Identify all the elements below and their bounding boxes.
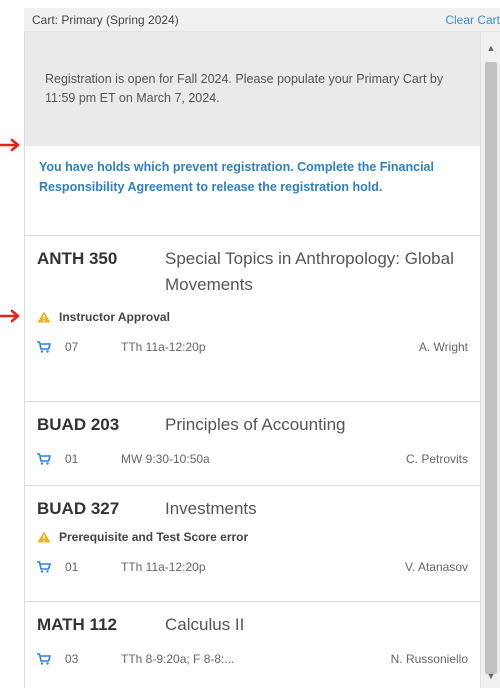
section-row[interactable]: 07 TTh 11a-12:20p A. Wright <box>37 338 468 356</box>
red-arrow-icon <box>0 309 20 323</box>
red-arrow-icon <box>0 138 20 152</box>
section-number: 07 <box>65 340 79 354</box>
scroll-down-icon[interactable]: ▼ <box>481 666 500 686</box>
section-number: 01 <box>65 452 79 466</box>
course-alert[interactable]: Instructor Approval <box>37 310 468 324</box>
course-item[interactable]: ANTH 350 Special Topics in Anthropology:… <box>25 236 480 402</box>
section-instructor: N. Russoniello <box>390 652 468 666</box>
course-alert-text: Prerequisite and Test Score error <box>59 530 249 544</box>
warning-triangle-icon <box>37 311 59 323</box>
registration-notice: Registration is open for Fall 2024. Plea… <box>25 32 480 146</box>
course-alert[interactable]: Prerequisite and Test Score error <box>37 530 468 544</box>
course-name: Principles of Accounting <box>165 415 346 434</box>
course-name: Special Topics in Anthropology: Global M… <box>165 249 454 294</box>
section-row[interactable]: 03 TTh 8-9:20a; F 8-8:... N. Russoniello <box>37 650 468 668</box>
course-code: BUAD 327 <box>37 499 120 518</box>
cart-title: Cart: Primary (Spring 2024) <box>32 12 179 27</box>
scrollbar-thumb[interactable] <box>485 62 497 674</box>
shopping-cart-icon[interactable] <box>37 453 65 465</box>
section-instructor: C. Petrovits <box>405 452 468 466</box>
section-number: 03 <box>65 652 79 666</box>
section-number: 01 <box>65 560 79 574</box>
cart-header: Cart: Primary (Spring 2024) Clear Cart <box>24 8 500 32</box>
course-code: BUAD 203 <box>37 415 120 434</box>
course-item[interactable]: BUAD 203 Principles of Accounting 01 MW … <box>25 402 480 486</box>
scroll-up-icon[interactable]: ▲ <box>481 38 500 58</box>
course-name: Calculus II <box>165 615 245 634</box>
section-time: TTh 11a-12:20p <box>121 340 206 354</box>
holds-message[interactable]: You have holds which prevent registratio… <box>25 146 480 236</box>
section-time: MW 9:30-10:50a <box>121 452 210 466</box>
holds-message-text: You have holds which prevent registratio… <box>39 160 434 194</box>
section-row[interactable]: 01 MW 9:30-10:50a C. Petrovits <box>37 450 468 468</box>
shopping-cart-icon[interactable] <box>37 653 65 665</box>
course-code: ANTH 350 <box>37 249 118 268</box>
section-row[interactable]: 01 TTh 11a-12:20p V. Atanasov <box>37 558 468 576</box>
cart-panel: Registration is open for Fall 2024. Plea… <box>24 32 480 688</box>
course-alert-text: Instructor Approval <box>59 310 170 324</box>
shopping-cart-icon[interactable] <box>37 341 65 353</box>
clear-cart-link[interactable]: Clear Cart <box>445 13 500 27</box>
section-instructor: A. Wright <box>418 340 468 354</box>
course-item[interactable]: MATH 112 Calculus II 03 TTh 8-9:20a; F 8… <box>25 602 480 686</box>
course-code: MATH 112 <box>37 615 117 634</box>
vertical-scrollbar[interactable]: ▲ ▼ <box>480 32 500 688</box>
course-name: Investments <box>165 499 257 518</box>
section-time: TTh 8-9:20a; F 8-8:... <box>121 652 235 666</box>
section-time: TTh 11a-12:20p <box>121 560 206 574</box>
section-instructor: V. Atanasov <box>405 560 468 574</box>
registration-notice-text: Registration is open for Fall 2024. Plea… <box>45 72 444 105</box>
shopping-cart-icon[interactable] <box>37 561 65 573</box>
course-item[interactable]: BUAD 327 Investments Prerequisite and Te… <box>25 486 480 602</box>
warning-triangle-icon <box>37 531 59 543</box>
